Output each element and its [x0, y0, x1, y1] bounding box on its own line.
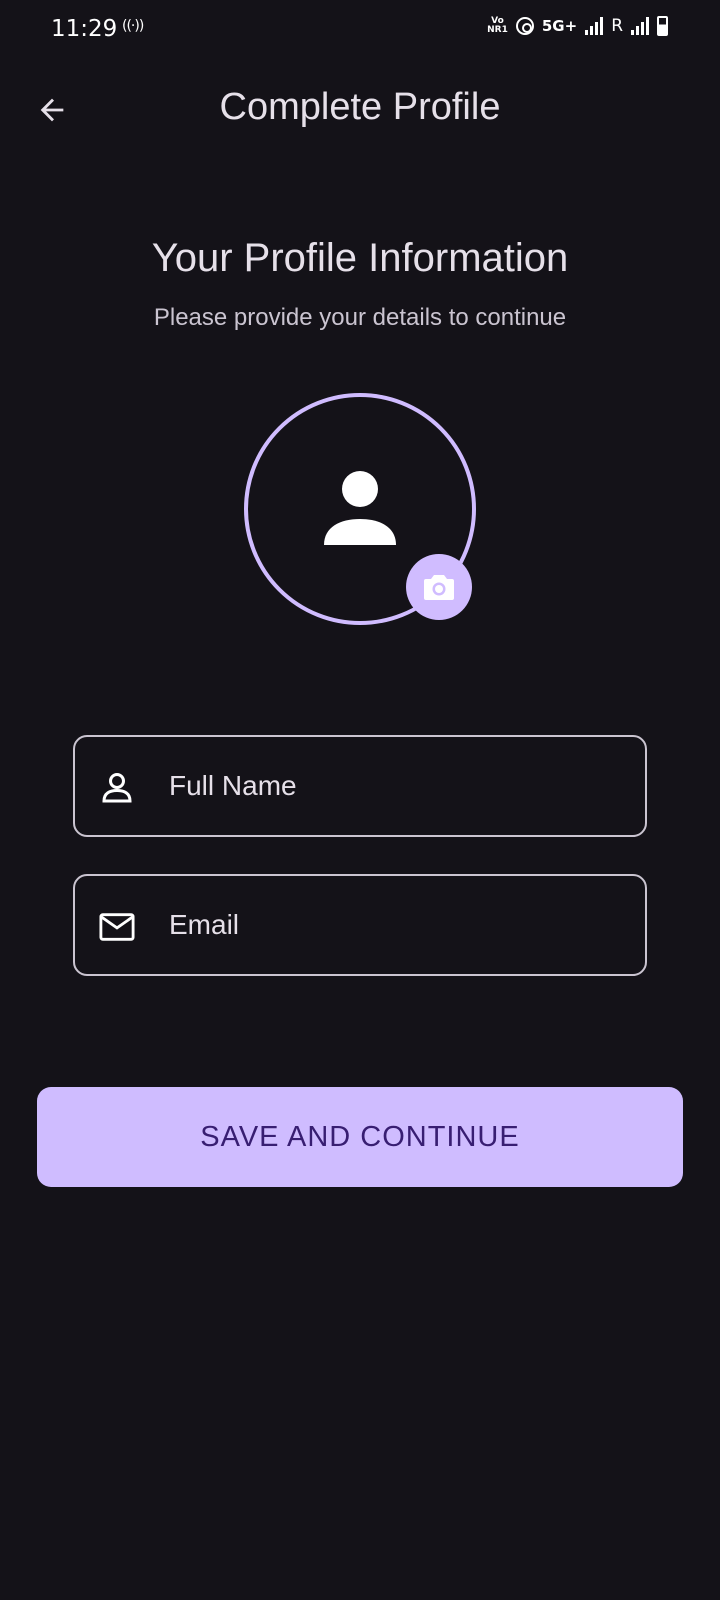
signal-strength-icon-2 [631, 17, 649, 35]
app-bar: Complete Profile [0, 72, 720, 148]
page-title: Complete Profile [219, 86, 501, 128]
email-field[interactable] [73, 874, 647, 976]
email-input[interactable] [169, 876, 629, 974]
camera-icon [424, 575, 454, 600]
change-photo-button[interactable] [406, 554, 472, 620]
mail-icon [99, 909, 135, 945]
network-type: 5G+ [541, 17, 578, 35]
person-icon [324, 471, 396, 545]
hotspot-icon: ((·)) [122, 18, 144, 34]
back-button[interactable] [26, 84, 78, 136]
battery-icon [657, 16, 668, 36]
section-title: Your Profile Information [151, 236, 569, 280]
roaming-indicator: R [611, 16, 623, 36]
person-outline-icon [99, 770, 135, 806]
section-subtitle: Please provide your details to continue [153, 304, 567, 331]
save-and-continue-button[interactable]: SAVE AND CONTINUE [37, 1087, 683, 1187]
volte-icon: Vo NR1 [487, 17, 508, 35]
volte-bottom-label: NR1 [487, 25, 508, 35]
hotspot-signal-icon [515, 17, 534, 35]
full-name-field[interactable] [73, 735, 647, 837]
status-bar: 11:29 ((·)) Vo NR1 5G+ R [0, 0, 720, 60]
status-time: 11:29 [51, 16, 118, 42]
arrow-back-icon [40, 98, 64, 122]
full-name-input[interactable] [169, 737, 629, 835]
status-indicators: Vo NR1 5G+ R [487, 16, 668, 36]
signal-strength-icon [585, 17, 604, 35]
